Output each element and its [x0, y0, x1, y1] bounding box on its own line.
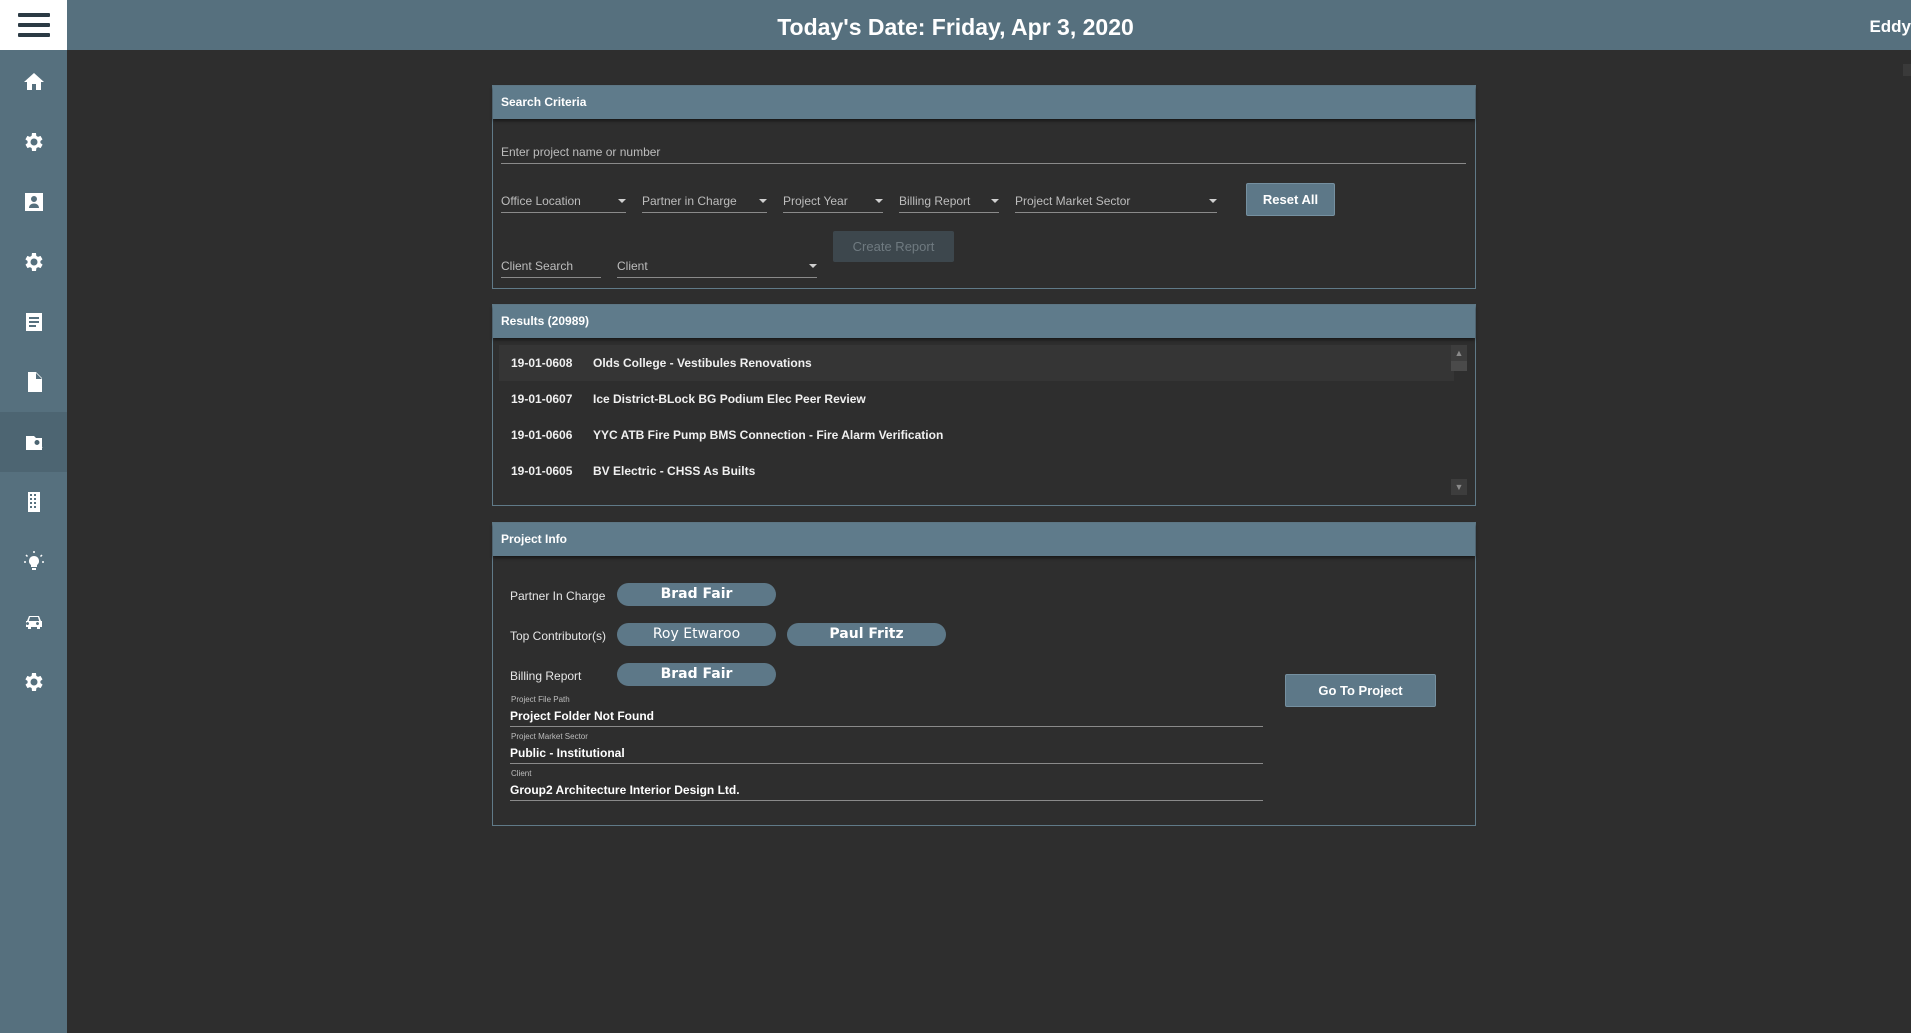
- project-name: YYC ATB Fire Pump BMS Connection - Fire …: [593, 428, 944, 442]
- project-info-header: Project Info: [493, 523, 1475, 556]
- sidebar-item-files[interactable]: [0, 352, 67, 412]
- chevron-down-icon: [618, 199, 626, 203]
- car-icon: [25, 616, 42, 629]
- building-icon: [27, 492, 40, 512]
- sidebar-item-settings-2[interactable]: [0, 232, 67, 292]
- client-search-input[interactable]: Client Search: [501, 255, 601, 278]
- billing-report-select[interactable]: Billing Report: [899, 190, 999, 213]
- gear-icon: [24, 133, 43, 151]
- results-panel: Results (20989) 19-01-0608 Olds College …: [492, 304, 1476, 506]
- partner-in-charge-select[interactable]: Partner in Charge: [642, 190, 767, 213]
- sidebar-item-settings-3[interactable]: [0, 652, 67, 712]
- document-list-icon: [25, 313, 42, 331]
- office-location-label: Office Location: [501, 194, 581, 208]
- results-scrollbar[interactable]: ▲ ▼: [1451, 345, 1467, 495]
- menu-bar: [17, 23, 50, 27]
- project-name: BV Electric - CHSS As Builts: [593, 464, 756, 478]
- result-row[interactable]: 19-01-0608 Olds College - Vestibules Ren…: [499, 345, 1454, 381]
- reset-all-button[interactable]: Reset All: [1246, 183, 1335, 216]
- go-to-project-button[interactable]: Go To Project: [1285, 674, 1436, 707]
- client-value: Group2 Architecture Interior Design Ltd.: [510, 780, 1263, 801]
- market-sector-value: Public - Institutional: [510, 743, 1263, 764]
- chevron-down-icon: [875, 199, 883, 203]
- sidebar-item-documents[interactable]: [0, 292, 67, 352]
- partner-in-charge-label: Partner In Charge: [510, 589, 606, 603]
- result-row[interactable]: 19-01-0607 Ice District-BLock BG Podium …: [499, 381, 1454, 417]
- project-info-panel: Project Info Partner In Charge Brad Fair…: [492, 522, 1476, 826]
- sidebar-item-settings-1[interactable]: [0, 112, 67, 172]
- sidebar-item-project-search[interactable]: [0, 412, 67, 472]
- sidebar-item-buildings[interactable]: [0, 472, 67, 532]
- menu-bar: [17, 33, 50, 37]
- project-number: 19-01-0605: [511, 464, 573, 478]
- sidebar-item-home[interactable]: [0, 52, 67, 112]
- file-path-caption: Project File Path: [511, 695, 570, 704]
- chevron-down-icon: [809, 264, 817, 268]
- project-year-label: Project Year: [783, 194, 848, 208]
- client-select[interactable]: Client: [617, 255, 817, 278]
- project-market-sector-label: Project Market Sector: [1015, 194, 1131, 208]
- contributor-chip[interactable]: Roy Etwaroo: [617, 623, 776, 646]
- user-name[interactable]: Eddy: [1869, 0, 1911, 50]
- scroll-up-icon[interactable]: ▲: [1451, 345, 1467, 361]
- gear-icon: [24, 673, 43, 691]
- contact-card-icon: [24, 193, 43, 211]
- project-name: Ice District-BLock BG Podium Elec Peer R…: [593, 392, 866, 406]
- office-location-select[interactable]: Office Location: [501, 190, 626, 213]
- billing-report-label: Billing Report: [899, 194, 971, 208]
- sidebar-item-ideas[interactable]: [0, 532, 67, 592]
- project-name: Olds College - Vestibules Renovations: [593, 356, 812, 370]
- project-search-input[interactable]: Enter project name or number: [501, 141, 1466, 164]
- market-sector-caption: Project Market Sector: [511, 732, 588, 741]
- result-row[interactable]: 19-01-0606 YYC ATB Fire Pump BMS Connect…: [499, 417, 1454, 453]
- folder-search-icon: [25, 436, 43, 450]
- menu-bar: [17, 13, 50, 17]
- sidebar: [0, 50, 67, 1033]
- client-label: Client: [617, 259, 648, 273]
- create-report-button[interactable]: Create Report: [833, 231, 954, 262]
- file-icon: [27, 372, 42, 392]
- top-contributors-label: Top Contributor(s): [510, 629, 607, 643]
- billing-report-chip[interactable]: Brad Fair: [617, 663, 776, 686]
- edge-scroll-handle: [1903, 64, 1911, 76]
- scroll-down-icon[interactable]: ▼: [1451, 479, 1467, 495]
- lightbulb-icon: [23, 551, 44, 570]
- page-title: Today's Date: Friday, Apr 3, 2020: [777, 14, 1134, 40]
- sidebar-item-vehicles[interactable]: [0, 592, 67, 652]
- hamburger-menu-button[interactable]: [0, 0, 67, 50]
- partner-in-charge-label: Partner in Charge: [642, 194, 737, 208]
- result-row[interactable]: 19-01-0605 BV Electric - CHSS As Builts: [499, 453, 1454, 489]
- partner-in-charge-chip[interactable]: Brad Fair: [617, 583, 776, 606]
- results-list: 19-01-0608 Olds College - Vestibules Ren…: [499, 345, 1454, 495]
- client-search-label: Client Search: [501, 259, 574, 273]
- project-number: 19-01-0606: [511, 428, 573, 442]
- project-number: 19-01-0608: [511, 356, 573, 370]
- project-number: 19-01-0607: [511, 392, 573, 406]
- file-path-value: Project Folder Not Found: [510, 706, 1263, 727]
- search-criteria-header: Search Criteria: [493, 86, 1475, 119]
- search-criteria-panel: Search Criteria Enter project name or nu…: [492, 85, 1476, 289]
- home-icon: [23, 73, 44, 90]
- project-search-placeholder: Enter project name or number: [501, 145, 661, 159]
- gear-icon: [24, 253, 43, 271]
- project-market-sector-select[interactable]: Project Market Sector: [1015, 190, 1217, 213]
- billing-report-label: Billing Report: [510, 669, 582, 683]
- project-year-select[interactable]: Project Year: [783, 190, 883, 213]
- sidebar-item-contacts[interactable]: [0, 172, 67, 232]
- top-bar: Today's Date: Friday, Apr 3, 2020 Eddy: [0, 0, 1911, 50]
- scroll-thumb[interactable]: [1451, 361, 1467, 371]
- client-caption: Client: [511, 769, 532, 778]
- results-header: Results (20989): [493, 305, 1475, 338]
- chevron-down-icon: [991, 199, 999, 203]
- chevron-down-icon: [759, 199, 767, 203]
- contributor-chip[interactable]: Paul Fritz: [787, 623, 946, 646]
- chevron-down-icon: [1209, 199, 1217, 203]
